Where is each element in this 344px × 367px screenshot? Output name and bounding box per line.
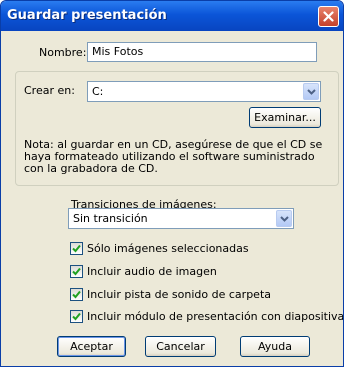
check-icon	[72, 244, 81, 253]
check-icon	[72, 312, 81, 321]
checkbox-box	[70, 265, 83, 278]
chevron-down-icon	[307, 89, 316, 95]
transitions-select[interactable]: Sin transición	[68, 208, 294, 229]
drive-select[interactable]: C:	[87, 81, 321, 102]
chevron-down-icon	[280, 216, 289, 222]
check-icon	[72, 267, 81, 276]
create-in-label: Crear en:	[24, 84, 75, 97]
checkbox-box	[70, 242, 83, 255]
help-button[interactable]: Ayuda	[240, 336, 310, 357]
close-icon	[323, 11, 334, 22]
close-button[interactable]	[318, 6, 339, 27]
transitions-dropdown-button[interactable]	[276, 210, 292, 227]
checkbox-label: Incluir módulo de presentación con diapo…	[87, 310, 344, 323]
dialog-body: Nombre: Mis Fotos Crear en: C: Examinar.…	[4, 31, 343, 363]
save-presentation-dialog: Guardar presentación Nombre: Mis Fotos C…	[0, 0, 344, 367]
title-bar[interactable]: Guardar presentación	[1, 1, 343, 31]
checkbox-label: Incluir pista de sonido de carpeta	[87, 288, 271, 301]
checkbox-box	[70, 288, 83, 301]
transitions-value: Sin transición	[73, 212, 148, 225]
dialog-title: Guardar presentación	[7, 8, 167, 23]
checkbox-box	[70, 310, 83, 323]
drive-value: C:	[92, 85, 104, 98]
browse-button[interactable]: Examinar...	[249, 107, 321, 128]
cancel-button[interactable]: Cancelar	[145, 336, 216, 357]
check-icon	[72, 290, 81, 299]
name-label: Nombre:	[39, 46, 87, 59]
destination-group: Crear en: C: Examinar... Nota: al guarda…	[15, 71, 339, 186]
accept-button[interactable]: Aceptar	[57, 336, 126, 357]
cd-note: Nota: al guardar en un CD, asegúrese de …	[24, 138, 323, 175]
name-field[interactable]: Mis Fotos	[87, 42, 317, 62]
checkbox-label: Sólo imágenes seleccionadas	[87, 242, 249, 255]
checkbox-label: Incluir audio de imagen	[87, 265, 217, 278]
drive-dropdown-button[interactable]	[303, 83, 319, 100]
